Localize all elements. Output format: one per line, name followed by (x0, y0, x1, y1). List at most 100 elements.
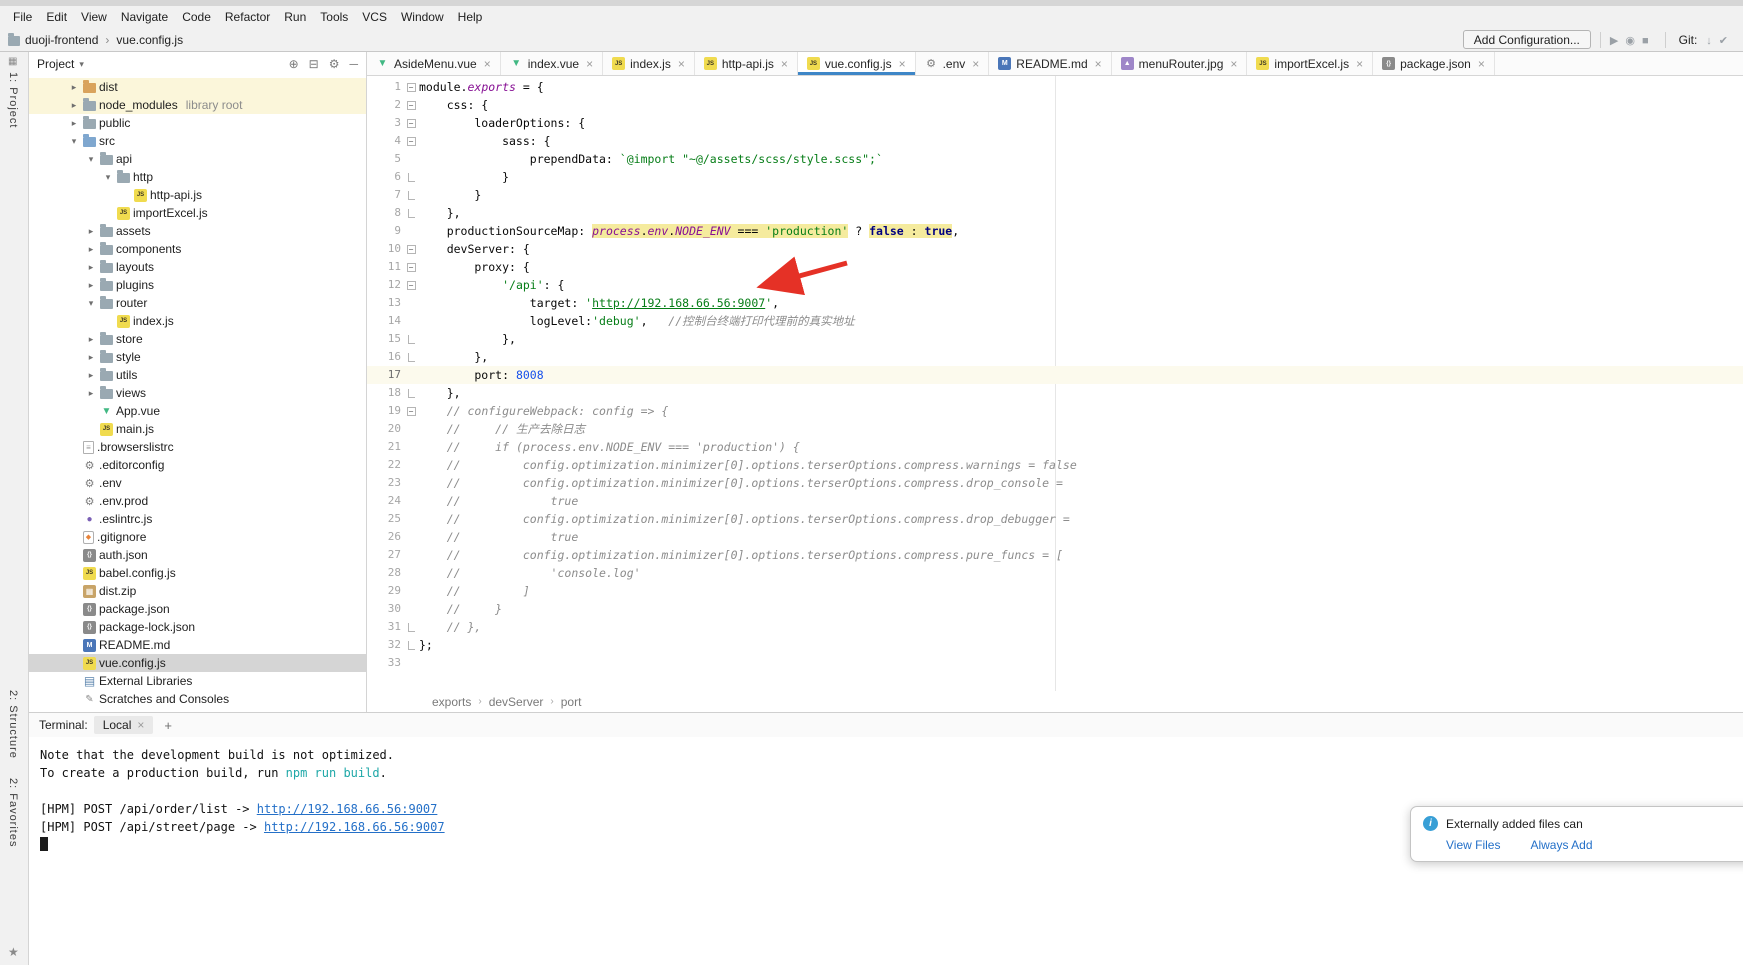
add-configuration-button[interactable]: Add Configuration... (1463, 30, 1591, 49)
git-commit-icon[interactable]: ✔ (1719, 35, 1728, 47)
tab-importexcel-js[interactable]: importExcel.js× (1247, 52, 1373, 75)
tree-item-app-vue[interactable]: App.vue (29, 402, 366, 420)
fold-marker-icon[interactable]: − (403, 407, 419, 416)
nav-breadcrumb-file[interactable]: vue.config.js (116, 33, 183, 47)
close-tab-icon[interactable]: × (678, 57, 685, 71)
fold-marker-icon[interactable] (403, 623, 419, 632)
fold-marker-icon[interactable]: − (403, 245, 419, 254)
code-line-8[interactable]: 8 }, (367, 204, 1743, 222)
tree-item-utils[interactable]: ▸utils (29, 366, 366, 384)
fold-marker-icon[interactable]: − (403, 119, 419, 128)
tree-item-env[interactable]: .env (29, 474, 366, 492)
notification-action-always-add[interactable]: Always Add (1530, 838, 1592, 852)
code-line-19[interactable]: 19− // configureWebpack: config => { (367, 402, 1743, 420)
tree-item-index-js[interactable]: index.js (29, 312, 366, 330)
code-line-11[interactable]: 11− proxy: { (367, 258, 1743, 276)
code-line-21[interactable]: 21 // if (process.env.NODE_ENV === 'prod… (367, 438, 1743, 456)
tree-item-vue-config-js[interactable]: vue.config.js (29, 654, 366, 672)
tree-item-scratches-and-consoles[interactable]: Scratches and Consoles (29, 690, 366, 708)
code-line-20[interactable]: 20 // // 生产去除日志 (367, 420, 1743, 438)
tab-menurouter-jpg[interactable]: menuRouter.jpg× (1112, 52, 1248, 75)
chevron-expanded-icon[interactable]: ▾ (85, 298, 97, 309)
tool-window-button-project[interactable]: 1: Project (7, 72, 19, 128)
chevron-collapsed-icon[interactable]: ▸ (85, 334, 97, 345)
tree-item-dist-zip[interactable]: dist.zip (29, 582, 366, 600)
new-terminal-tab-icon[interactable]: + (159, 718, 177, 733)
tab-index-js[interactable]: index.js× (603, 52, 695, 75)
fold-marker-icon[interactable] (403, 191, 419, 200)
tree-item-http[interactable]: ▾http (29, 168, 366, 186)
terminal-link[interactable]: http://192.168.66.56:9007 (264, 820, 445, 834)
tree-item-node-modules[interactable]: ▸node_moduleslibrary root (29, 96, 366, 114)
code-line-26[interactable]: 26 // true (367, 528, 1743, 546)
code-line-9[interactable]: 9 productionSourceMap: process.env.NODE_… (367, 222, 1743, 240)
code-line-22[interactable]: 22 // config.optimization.minimizer[0].o… (367, 456, 1743, 474)
code-line-6[interactable]: 6 } (367, 168, 1743, 186)
tree-item-views[interactable]: ▸views (29, 384, 366, 402)
code-line-24[interactable]: 24 // true (367, 492, 1743, 510)
chevron-expanded-icon[interactable]: ▾ (85, 154, 97, 165)
hide-panel-icon[interactable]: ─ (349, 57, 358, 71)
close-tab-icon[interactable]: × (1356, 57, 1363, 71)
fold-marker-icon[interactable]: − (403, 83, 419, 92)
code-line-29[interactable]: 29 // ] (367, 582, 1743, 600)
fold-marker-icon[interactable]: − (403, 101, 419, 110)
tree-item-dist[interactable]: ▸dist (29, 78, 366, 96)
code-line-10[interactable]: 10− devServer: { (367, 240, 1743, 258)
close-tab-icon[interactable]: × (1230, 57, 1237, 71)
tool-window-button-structure[interactable]: 2: Structure (7, 690, 19, 759)
fold-marker-icon[interactable] (403, 173, 419, 182)
fold-marker-icon[interactable] (403, 353, 419, 362)
close-tab-icon[interactable]: × (484, 57, 491, 71)
tree-item-store[interactable]: ▸store (29, 330, 366, 348)
tree-item-package-lock-json[interactable]: package-lock.json (29, 618, 366, 636)
tree-item-api[interactable]: ▾api (29, 150, 366, 168)
stop-icon[interactable]: ■ (1642, 35, 1649, 47)
tree-item-main-js[interactable]: main.js (29, 420, 366, 438)
tree-item-package-json[interactable]: package.json (29, 600, 366, 618)
chevron-collapsed-icon[interactable]: ▸ (85, 280, 97, 291)
tree-item-importexcel-js[interactable]: importExcel.js (29, 204, 366, 222)
chevron-collapsed-icon[interactable]: ▸ (85, 388, 97, 399)
code-line-1[interactable]: 1−module.exports = { (367, 78, 1743, 96)
code-line-12[interactable]: 12− '/api': { (367, 276, 1743, 294)
tab-readme-md[interactable]: README.md× (989, 52, 1111, 75)
code-line-28[interactable]: 28 // 'console.log' (367, 564, 1743, 582)
chevron-collapsed-icon[interactable]: ▸ (85, 370, 97, 381)
chevron-collapsed-icon[interactable]: ▸ (85, 262, 97, 273)
close-terminal-tab-icon[interactable]: × (137, 718, 144, 732)
close-tab-icon[interactable]: × (586, 57, 593, 71)
breadcrumb-devserver[interactable]: devServer (489, 695, 544, 709)
run-icon[interactable]: ▶ (1610, 35, 1618, 47)
tree-item-layouts[interactable]: ▸layouts (29, 258, 366, 276)
tree-item-public[interactable]: ▸public (29, 114, 366, 132)
code-editor[interactable]: 1−module.exports = {2− css: {3− loaderOp… (367, 76, 1743, 691)
code-line-3[interactable]: 3− loaderOptions: { (367, 114, 1743, 132)
chevron-collapsed-icon[interactable]: ▸ (85, 352, 97, 363)
chevron-expanded-icon[interactable]: ▾ (102, 172, 114, 183)
fold-marker-icon[interactable] (403, 641, 419, 650)
tool-window-button-favorites[interactable]: 2: Favorites (7, 778, 19, 847)
chevron-down-icon[interactable]: ▾ (79, 59, 84, 70)
project-panel-title[interactable]: Project (37, 57, 74, 71)
code-line-4[interactable]: 4− sass: { (367, 132, 1743, 150)
code-line-15[interactable]: 15 }, (367, 330, 1743, 348)
tree-item-eslintrc-js[interactable]: .eslintrc.js (29, 510, 366, 528)
code-line-14[interactable]: 14 logLevel:'debug', //控制台终端打印代理前的真实地址 (367, 312, 1743, 330)
close-tab-icon[interactable]: × (1095, 57, 1102, 71)
tree-item-external-libraries[interactable]: External Libraries (29, 672, 366, 690)
menu-tools[interactable]: Tools (313, 8, 355, 26)
breadcrumb-exports[interactable]: exports (432, 695, 471, 709)
menu-navigate[interactable]: Navigate (114, 8, 175, 26)
menu-run[interactable]: Run (277, 8, 313, 26)
code-line-16[interactable]: 16 }, (367, 348, 1743, 366)
tree-item-browserslistrc[interactable]: .browserslistrc (29, 438, 366, 456)
nav-breadcrumb-project[interactable]: duoji-frontend (25, 33, 98, 47)
menu-view[interactable]: View (74, 8, 114, 26)
code-line-30[interactable]: 30 // } (367, 600, 1743, 618)
menu-vcs[interactable]: VCS (355, 8, 394, 26)
favorites-star-icon[interactable]: ★ (8, 945, 19, 959)
code-line-7[interactable]: 7 } (367, 186, 1743, 204)
code-line-23[interactable]: 23 // config.optimization.minimizer[0].o… (367, 474, 1743, 492)
terminal-link[interactable]: http://192.168.66.56:9007 (257, 802, 438, 816)
